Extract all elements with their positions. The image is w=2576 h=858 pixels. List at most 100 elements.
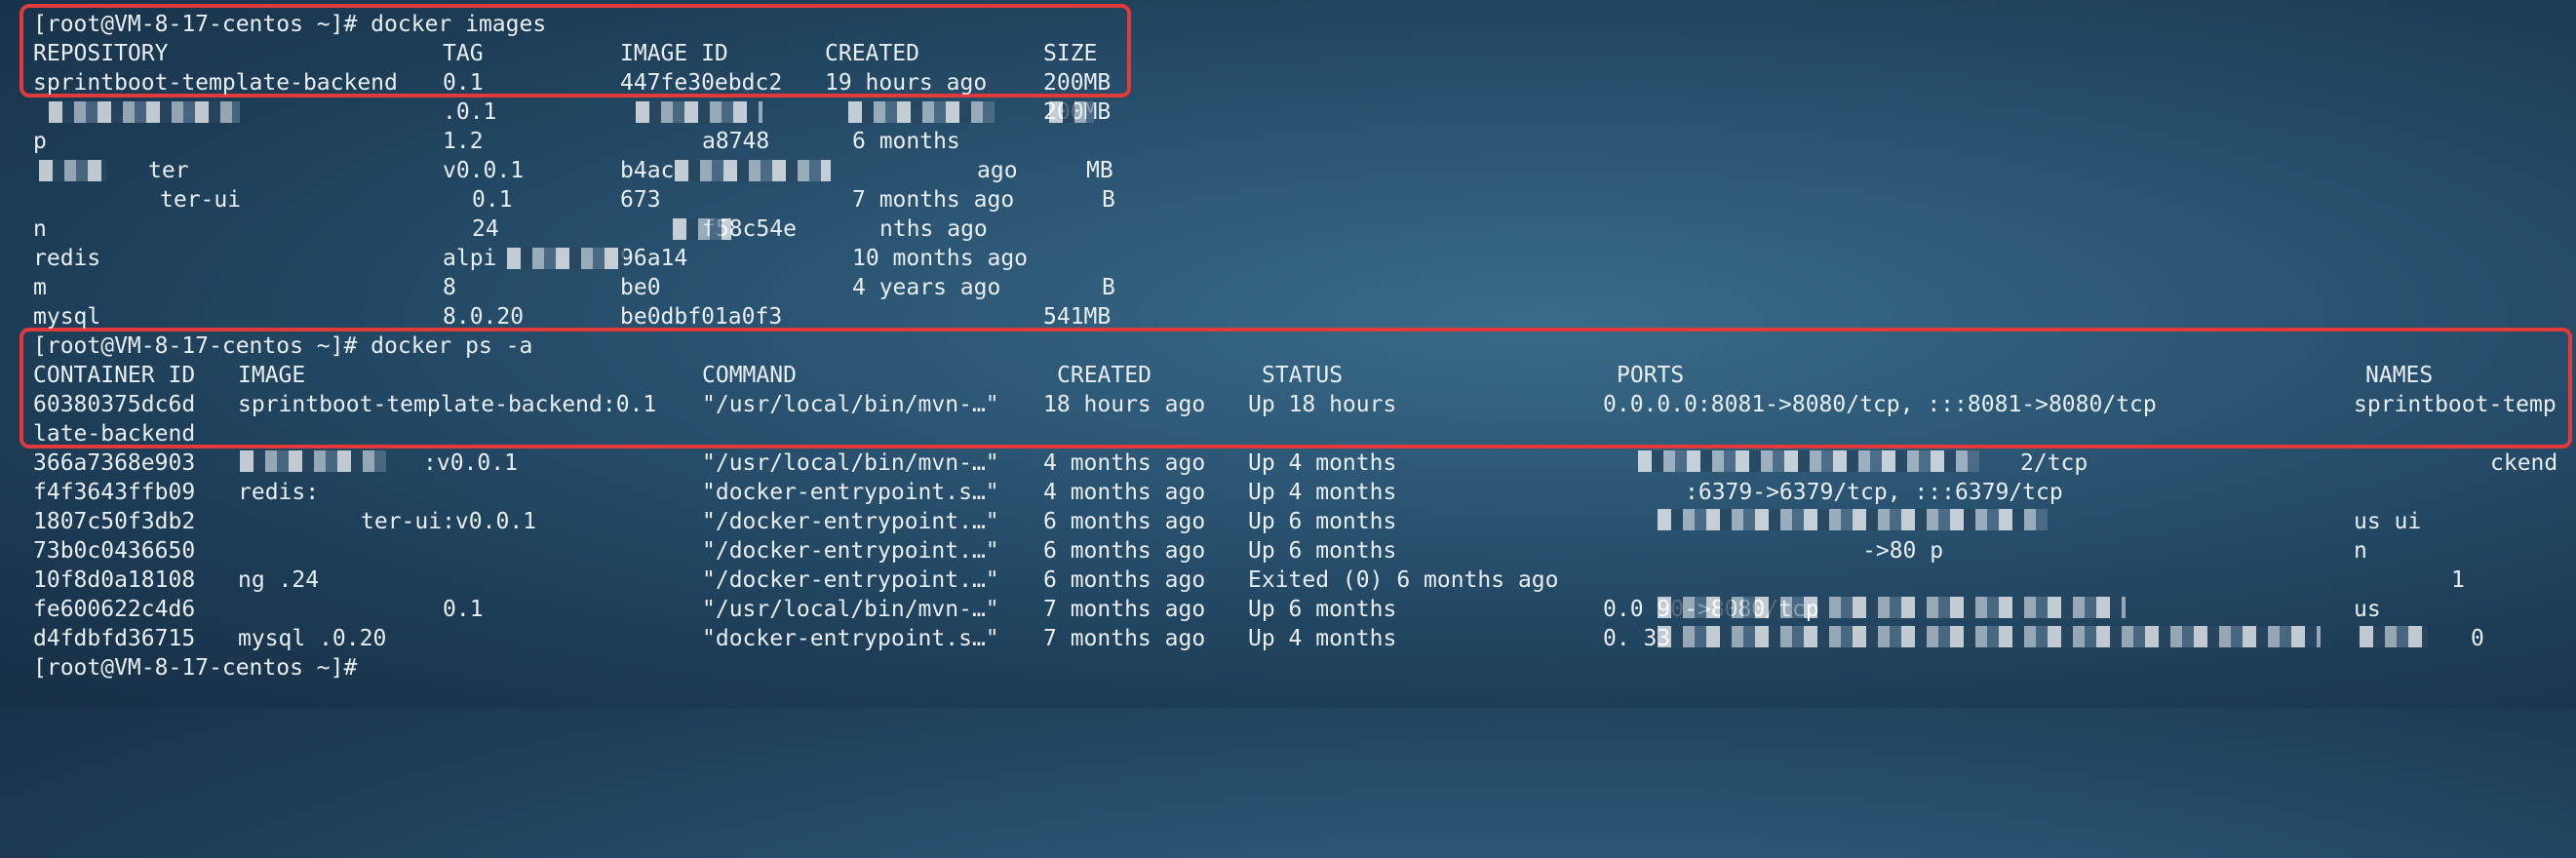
cell-tag: 0.1 (443, 70, 484, 96)
header-status: STATUS (1262, 363, 1344, 388)
cell-names: ckend (2490, 450, 2558, 476)
cell-image: mysql .0.20 (238, 626, 387, 651)
cell-names: us ui (2354, 509, 2422, 534)
cell-created: 4 years ago (852, 275, 1001, 300)
redaction-block (1658, 626, 2321, 647)
cell-created: 6 months ago (1043, 567, 1206, 593)
cell-command: "docker-entrypoint.s…" (702, 626, 999, 651)
cell-command: "/usr/local/bin/mvn-…" (702, 597, 999, 622)
cell-created: 4 months ago (1043, 450, 1206, 476)
cell-container-id: 1807c50f3db2 (33, 509, 196, 534)
container-row: 73b0c0436650 "/docker-entrypoint.…" 6 mo… (33, 536, 2367, 566)
redaction-block (675, 160, 831, 181)
cell-tag: 8 (443, 275, 456, 300)
cell-created: 6 months ago (1043, 509, 1206, 534)
cell-names: 0 (2471, 626, 2484, 651)
cell-status: Exited (0) 6 months ago (1248, 567, 1559, 593)
image-row: m 8 be0 4 years ago B (33, 273, 1115, 302)
cell-names: 1 (2451, 567, 2465, 593)
cell-image: sprintboot-template-backend:0.1 (238, 392, 657, 417)
cell-status: Up 6 months (1248, 597, 1397, 622)
header-command: COMMAND (702, 363, 797, 388)
container-row: fe600622c4d6 0.1 "/usr/local/bin/mvn-…" … (33, 595, 2381, 624)
redaction-block (636, 101, 762, 123)
cell-tag: 1.2 (443, 129, 484, 154)
header-names: NAMES (2365, 363, 2434, 388)
redaction-block (240, 450, 386, 472)
cell-repository: m (33, 275, 47, 300)
cell-created: 7 months ago (852, 187, 1015, 213)
header-repository: REPOSITORY (33, 41, 169, 66)
cell-image-id: be0 (620, 275, 661, 300)
cell-status: Up 4 months (1248, 480, 1397, 505)
cell-container-id: 73b0c0436650 (33, 538, 196, 564)
cell-names: sprintboot-temp (2354, 392, 2556, 417)
cell-ports: 2/tcp (2020, 450, 2088, 476)
prompt-line-final[interactable]: [root@VM-8-17-centos ~]# (33, 653, 357, 682)
header-image: IMAGE (238, 363, 306, 388)
redaction-block (49, 101, 240, 123)
redaction-block (1638, 450, 1979, 472)
cell-command: "/docker-entrypoint.…" (702, 567, 999, 593)
redaction-block (673, 218, 731, 240)
container-row: 10f8d0a18108 ng .24 "/docker-entrypoint.… (33, 566, 2465, 595)
images-header-row: REPOSITORY TAG IMAGE ID CREATED SIZE (33, 39, 1097, 68)
cell-created: 6 months ago (1043, 538, 1206, 564)
cell-container-id: 10f8d0a18108 (33, 567, 196, 593)
redaction-block (507, 248, 624, 269)
cell-image: ng .24 (238, 567, 320, 593)
cell-created: 18 hours ago (1043, 392, 1206, 417)
cell-image: 0.1 (443, 597, 484, 622)
cell-tag: .0.1 (443, 99, 497, 125)
cell-size: B (1102, 187, 1115, 213)
header-created: CREATED (825, 41, 919, 66)
cell-created: ago (977, 158, 1018, 183)
cell-image: ter-ui:v0.0.1 (361, 509, 537, 534)
cell-tag: 0.1 (472, 187, 513, 213)
header-image-id: IMAGE ID (620, 41, 728, 66)
cell-ports: 0.0.0.0:8081->8080/tcp, :::8081->8080/tc… (1603, 392, 2157, 417)
cell-image-id: 447fe30ebdc2 (620, 70, 783, 96)
cell-image-id: a8748 (702, 129, 770, 154)
cell-status: Up 4 months (1248, 450, 1397, 476)
cell-command: "/usr/local/bin/mvn-…" (702, 450, 999, 476)
cell-command: "/docker-entrypoint.…" (702, 509, 999, 534)
cell-tag: 8.0.20 (443, 304, 525, 330)
cell-command: "docker-entrypoint.s…" (702, 480, 999, 505)
cell-created: 19 hours ago (825, 70, 988, 96)
cell-created: nths ago (879, 216, 988, 242)
cell-size: B (1102, 275, 1115, 300)
cell-image-id: 96a14 (620, 246, 688, 271)
cell-size: 541MB (1043, 304, 1112, 330)
container-row: f4f3643ffb09 redis: "docker-entrypoint.s… (33, 478, 2063, 507)
cell-status: Up 18 hours (1248, 392, 1397, 417)
cell-command: "/usr/local/bin/mvn-…" (702, 392, 999, 417)
cell-created: 4 months ago (1043, 480, 1206, 505)
cell-container-id: d4fdbfd36715 (33, 626, 196, 651)
container-row: 1807c50f3db2 ter-ui:v0.0.1 "/docker-entr… (33, 507, 2421, 536)
cell-status: Up 6 months (1248, 509, 1397, 534)
redaction-block (2360, 626, 2428, 647)
cell-names: n (2354, 538, 2367, 564)
image-row: p 1.2 a8748 6 months (33, 127, 960, 156)
cell-image-id: be0dbf01a0f3 (620, 304, 783, 330)
prompt-line-images: [root@VM-8-17-centos ~]# docker images (33, 12, 547, 37)
cell-repository: p (33, 129, 47, 154)
prompt-line-ps: [root@VM-8-17-centos ~]# docker ps -a (33, 333, 533, 359)
cell-image-id: b4ac (620, 158, 675, 183)
image-row: n 24 f58c54e nths ago (33, 214, 988, 244)
cell-tag: v0.0.1 (443, 158, 525, 183)
cell-image: redis: (238, 480, 320, 505)
cell-tag: alpi (443, 246, 497, 271)
header-ports: PORTS (1617, 363, 1685, 388)
cell-tag: 24 (472, 216, 499, 242)
terminal-window[interactable]: { "images_section": { "prompt": "[root@V… (0, 0, 2576, 708)
cell-container-id: 60380375dc6d (33, 392, 196, 417)
cell-container-id: late-backend (33, 421, 196, 447)
cell-image: :v0.0.1 (423, 450, 518, 476)
cell-repository: redis (33, 246, 101, 271)
cell-names: us (2354, 597, 2381, 622)
cell-repository: mysql (33, 304, 101, 330)
image-row: redis alpi 96a14 10 months ago (33, 244, 1028, 273)
redaction-block (1049, 101, 1094, 123)
